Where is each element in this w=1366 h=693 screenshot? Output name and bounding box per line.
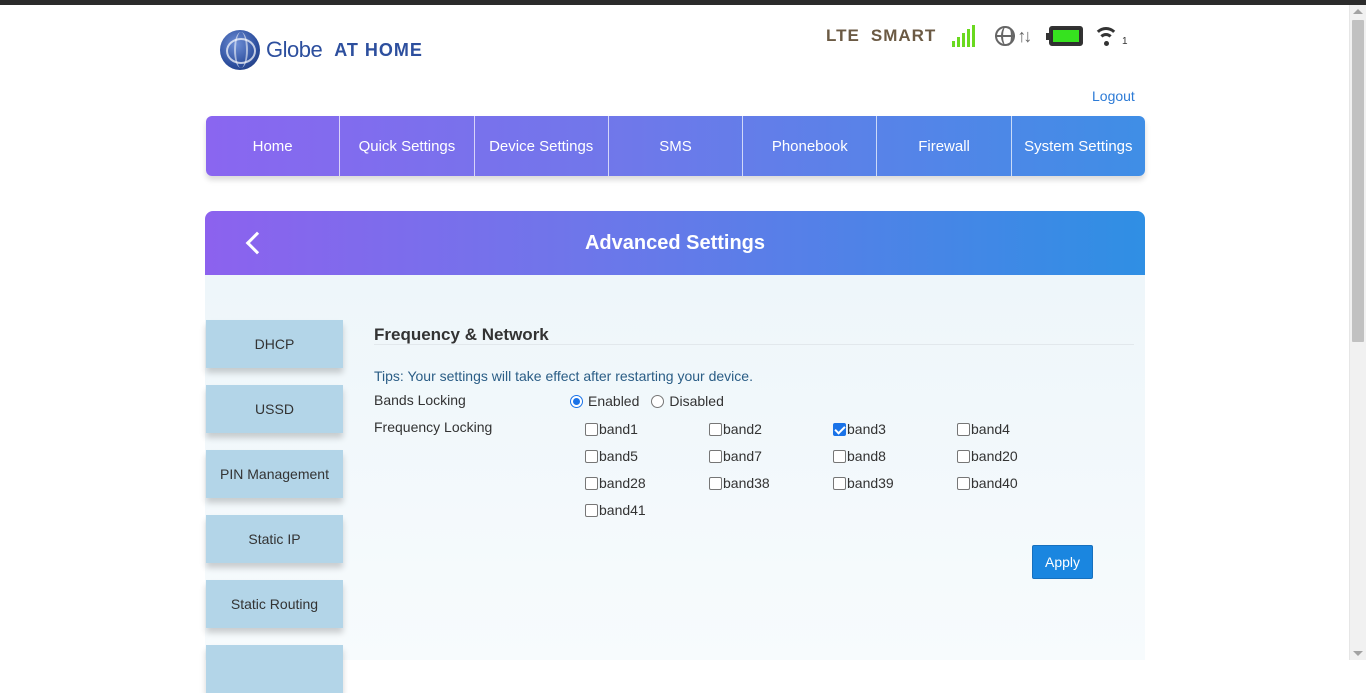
status-bar: LTE SMART ↑↓ — [826, 22, 1121, 50]
band39-label: band39 — [847, 475, 894, 491]
signal-strength-icon — [952, 25, 976, 47]
band1-label: band1 — [599, 421, 638, 437]
band7-label: band7 — [723, 448, 762, 464]
sidebar-item-static-ip[interactable]: Static IP — [206, 515, 343, 563]
scroll-down-arrow-icon[interactable] — [1353, 651, 1363, 656]
band-option-band5[interactable]: band5 — [585, 448, 638, 464]
nav-item-sms[interactable]: SMS — [609, 116, 744, 176]
radio-label-disabled: Disabled — [669, 393, 724, 409]
bands-locking-radio-group: Enabled Disabled — [570, 393, 736, 409]
battery-icon — [1046, 26, 1084, 46]
band-option-band38[interactable]: band38 — [709, 475, 770, 491]
nav-item-home[interactable]: Home — [206, 116, 341, 176]
band3-checkbox[interactable] — [833, 422, 846, 436]
main-navigation: Home Quick Settings Device Settings SMS … — [206, 116, 1145, 176]
band-option-band2[interactable]: band2 — [709, 421, 762, 437]
band40-checkbox[interactable] — [957, 476, 970, 490]
sidebar-item-pin-management[interactable]: PIN Management — [206, 450, 343, 498]
sidebar-item-ussd[interactable]: USSD — [206, 385, 343, 433]
band28-checkbox[interactable] — [585, 476, 598, 490]
wifi-icon — [1093, 25, 1121, 47]
bands-locking-enabled-radio[interactable] — [570, 394, 583, 408]
band-option-band41[interactable]: band41 — [585, 502, 646, 518]
back-arrow-icon[interactable] — [243, 231, 265, 253]
battery-level — [1053, 30, 1080, 42]
globe-icon — [995, 26, 1016, 46]
content-panel — [205, 275, 1145, 660]
page-scrollbar[interactable] — [1349, 5, 1366, 660]
brand-name: Globe — [266, 37, 323, 62]
band4-label: band4 — [971, 421, 1010, 437]
band5-label: band5 — [599, 448, 638, 464]
brand-logo: Globe AT HOME — [220, 29, 423, 71]
globe-logo-icon — [220, 30, 260, 70]
nav-item-device-settings[interactable]: Device Settings — [475, 116, 609, 176]
bands-locking-disabled-radio[interactable] — [651, 394, 665, 408]
operator-name: SMART — [870, 26, 937, 45]
band3-label: band3 — [847, 421, 886, 437]
bands-locking-label: Bands Locking — [374, 392, 466, 408]
tips-text: Tips: Your settings will take effect aft… — [374, 368, 753, 384]
band8-checkbox[interactable] — [833, 449, 846, 463]
browser-top-edge — [0, 0, 1366, 5]
wifi-client-count: 1 — [1122, 36, 1128, 47]
band38-label: band38 — [723, 475, 770, 491]
band-option-band7[interactable]: band7 — [709, 448, 762, 464]
scroll-up-arrow-icon[interactable] — [1353, 9, 1363, 14]
band7-checkbox[interactable] — [709, 449, 722, 463]
band38-checkbox[interactable] — [709, 476, 722, 490]
apply-button[interactable]: Apply — [1032, 545, 1093, 579]
band4-checkbox[interactable] — [957, 422, 970, 436]
radio-label-enabled: Enabled — [588, 393, 640, 409]
band5-checkbox[interactable] — [585, 449, 598, 463]
nav-item-system-settings[interactable]: System Settings — [1012, 116, 1145, 176]
band41-label: band41 — [599, 502, 646, 518]
band-option-band20[interactable]: band20 — [957, 448, 1018, 464]
nav-item-phonebook[interactable]: Phonebook — [743, 116, 878, 176]
scroll-thumb[interactable] — [1352, 20, 1364, 342]
band20-checkbox[interactable] — [957, 449, 970, 463]
band8-label: band8 — [847, 448, 886, 464]
band-option-band1[interactable]: band1 — [585, 421, 638, 437]
band39-checkbox[interactable] — [833, 476, 846, 490]
section-title: Frequency & Network — [374, 325, 549, 344]
section-divider — [374, 344, 1134, 345]
band20-label: band20 — [971, 448, 1018, 464]
sidebar-item-dhcp[interactable]: DHCP — [206, 320, 343, 368]
band-option-band4[interactable]: band4 — [957, 421, 1010, 437]
band-option-band8[interactable]: band8 — [833, 448, 886, 464]
page-header: Advanced Settings — [205, 211, 1145, 275]
nav-item-quick-settings[interactable]: Quick Settings — [340, 116, 475, 176]
arrows-up-down-icon: ↑↓ — [1017, 25, 1032, 46]
sidebar-item-more[interactable] — [206, 645, 343, 693]
brand-tagline: AT HOME — [334, 39, 423, 60]
network-type: LTE — [826, 26, 860, 45]
band2-checkbox[interactable] — [709, 422, 722, 436]
band-option-band28[interactable]: band28 — [585, 475, 646, 491]
band1-checkbox[interactable] — [585, 422, 598, 436]
sidebar-item-static-routing[interactable]: Static Routing — [206, 580, 343, 628]
nav-item-firewall[interactable]: Firewall — [877, 116, 1012, 176]
band41-checkbox[interactable] — [585, 503, 598, 517]
logout-link[interactable]: Logout — [1092, 88, 1135, 104]
band28-label: band28 — [599, 475, 646, 491]
band-option-band39[interactable]: band39 — [833, 475, 894, 491]
band-option-band40[interactable]: band40 — [957, 475, 1018, 491]
band-option-band3[interactable]: band3 — [833, 421, 886, 437]
band40-label: band40 — [971, 475, 1018, 491]
page-title: Advanced Settings — [584, 231, 766, 254]
band2-label: band2 — [723, 421, 762, 437]
frequency-locking-label: Frequency Locking — [374, 419, 493, 435]
